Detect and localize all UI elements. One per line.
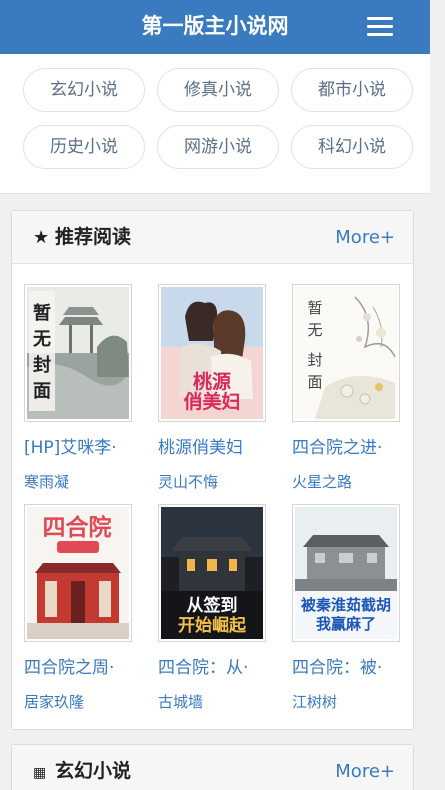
book-card[interactable]: 桃源 俏美妇 桃源俏美妇 灵山不悔 [158,284,270,492]
svg-text:桃源: 桃源 [193,370,231,393]
svg-text:面: 面 [33,381,51,402]
category-xiuzhen[interactable]: 修真小说 [157,68,279,112]
xuanhuan-title: ▦ 玄幻小说 [33,745,131,790]
xuanhuan-header: ▦ 玄幻小说 More+ [12,745,413,790]
star-icon: ★ [33,227,50,248]
grid-icon: ▦ [33,765,47,781]
category-dushi[interactable]: 都市小说 [291,68,413,112]
book-card[interactable]: 被秦淮茹截胡 我赢麻了 四合院：被· 江树树 [292,504,404,712]
book-title[interactable]: 四合院之进· [292,436,404,460]
book-cover[interactable]: 从签到 开始崛起 [158,504,266,642]
svg-text:开始崛起: 开始崛起 [178,615,247,636]
book-author[interactable]: 江树树 [292,692,404,712]
category-nav: 玄幻小说 修真小说 都市小说 历史小说 网游小说 科幻小说 [0,54,430,194]
book-card[interactable]: 从签到 开始崛起 四合院：从· 古城墙 [158,504,270,712]
book-card[interactable]: 暂 无 封 面 [HP]艾咪李· 寒雨凝 [24,284,136,492]
xuanhuan-more-link[interactable]: More+ [335,745,395,790]
top-header: 第一版主小说网 [0,0,430,54]
book-title[interactable]: 桃源俏美妇 [158,436,270,460]
book-author[interactable]: 灵山不悔 [158,472,270,492]
svg-text:封: 封 [307,351,322,369]
recommend-more-link[interactable]: More+ [335,211,395,264]
recommend-title: ★ 推荐阅读 [33,211,131,264]
svg-text:从签到: 从签到 [187,595,238,616]
recommend-header: ★ 推荐阅读 More+ [12,211,413,264]
svg-text:被秦淮茹截胡: 被秦淮茹截胡 [301,596,391,614]
book-card[interactable]: 四合院 四合院之周· 居家玖隆 [24,504,136,712]
category-wangyou[interactable]: 网游小说 [157,125,279,169]
hamburger-menu-icon[interactable] [356,14,396,40]
category-kehuan[interactable]: 科幻小说 [291,125,413,169]
book-card[interactable]: 暂 无 封 面 四合院之进· 火星之路 [292,284,404,492]
book-cover[interactable]: 四合院 [24,504,132,642]
book-title[interactable]: 四合院之周· [24,656,136,680]
svg-text:俏美妇: 俏美妇 [183,390,240,413]
book-cover[interactable]: 桃源 俏美妇 [158,284,266,422]
xuanhuan-panel: ▦ 玄幻小说 More+ [11,744,414,790]
category-lishi[interactable]: 历史小说 [23,125,145,169]
svg-text:面: 面 [307,373,322,391]
book-title[interactable]: 四合院：从· [158,656,270,680]
book-author[interactable]: 古城墙 [158,692,270,712]
book-cover[interactable]: 暂 无 封 面 [292,284,400,422]
book-author[interactable]: 火星之路 [292,472,404,492]
category-xuanhuan[interactable]: 玄幻小说 [23,68,145,112]
svg-text:四合院: 四合院 [43,514,112,541]
book-title[interactable]: 四合院：被· [292,656,404,680]
svg-text:无: 无 [307,321,322,339]
book-author[interactable]: 寒雨凝 [24,472,136,492]
book-title[interactable]: [HP]艾咪李· [24,436,136,460]
svg-text:我赢麻了: 我赢麻了 [316,615,376,633]
svg-text:无: 无 [33,329,51,350]
book-cover[interactable]: 被秦淮茹截胡 我赢麻了 [292,504,400,642]
svg-text:暂: 暂 [307,299,322,317]
recommend-panel: ★ 推荐阅读 More+ 暂 无 封 面 [HP]艾咪李· 寒雨凝 桃源 俏美妇… [11,210,414,730]
book-cover[interactable]: 暂 无 封 面 [24,284,132,422]
svg-text:封: 封 [33,354,51,376]
svg-text:暂: 暂 [33,302,51,324]
book-author[interactable]: 居家玖隆 [24,692,136,712]
